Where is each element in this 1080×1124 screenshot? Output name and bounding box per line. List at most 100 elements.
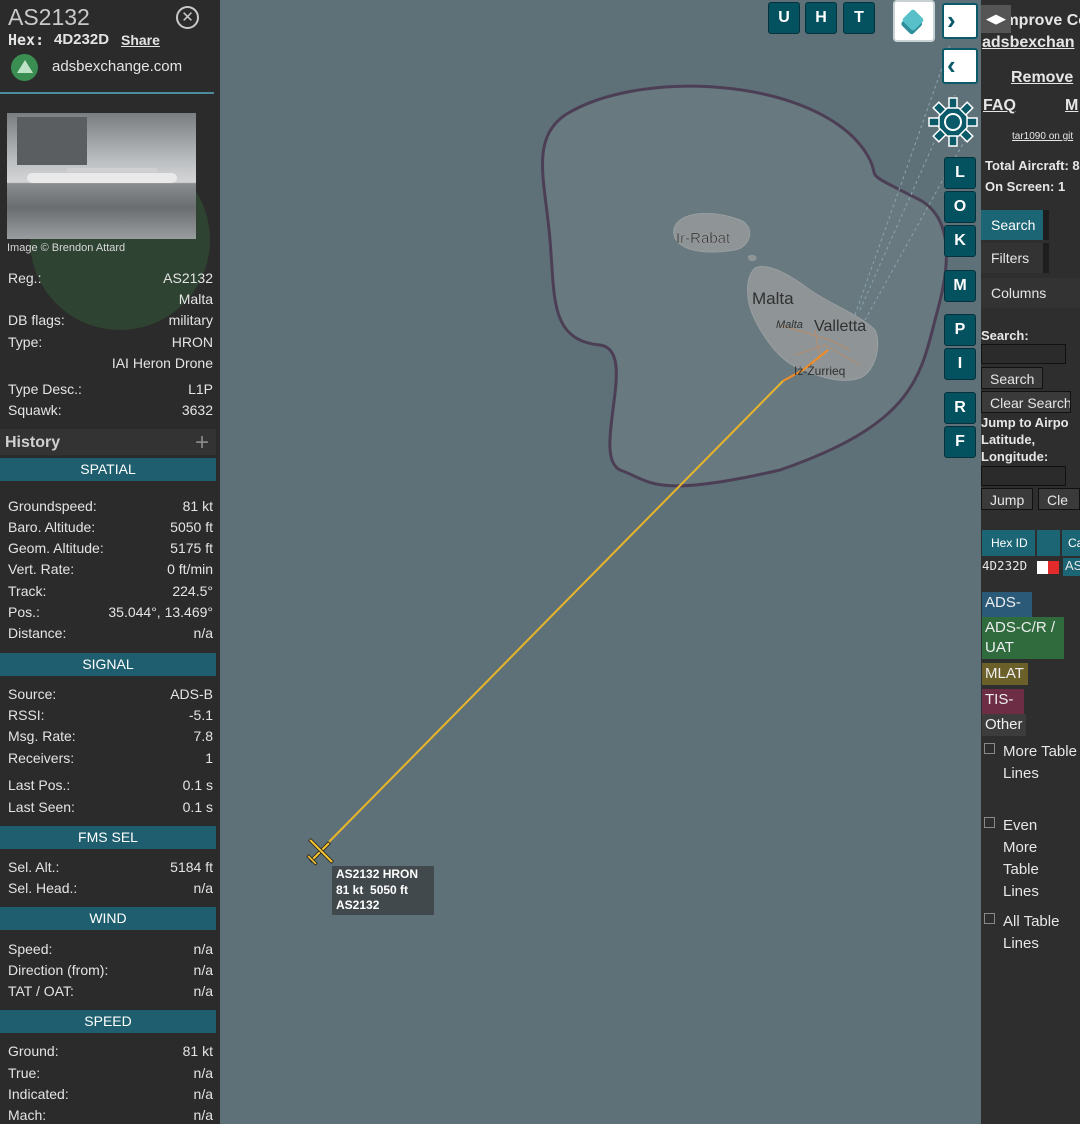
search-input[interactable]: [981, 344, 1066, 364]
column-header-flag[interactable]: [1037, 530, 1060, 556]
fms-value: 5184 ft: [170, 859, 213, 875]
history-label: History: [5, 434, 61, 451]
adsbexchange-link[interactable]: adsbexchange.com: [52, 58, 182, 75]
u-button[interactable]: U: [768, 2, 800, 34]
section-header-fms[interactable]: FMS SEL: [0, 826, 216, 849]
speed-row: Indicated: n/a: [8, 1086, 213, 1106]
search-button[interactable]: Search: [981, 367, 1043, 389]
signal-key: Last Seen:: [8, 799, 75, 815]
detail-key: DB flags:: [8, 312, 65, 328]
signal-key: Source:: [8, 686, 57, 702]
coverage-range-ring: [541, 84, 948, 488]
table-row-hex[interactable]: 4D232D: [982, 558, 1027, 573]
history-header[interactable]: History +: [0, 429, 216, 457]
detail-key: Type Desc.:: [8, 381, 82, 397]
clear-search-button[interactable]: Clear Search: [981, 391, 1071, 413]
spatial-value: n/a: [193, 625, 213, 641]
speed-row: Ground: 81 kt: [8, 1043, 213, 1063]
t-button[interactable]: T: [843, 2, 875, 34]
o-button[interactable]: O: [944, 191, 976, 223]
column-header-callsign[interactable]: Ca: [1062, 530, 1080, 556]
layers-icon[interactable]: [893, 0, 935, 42]
section-header-spatial[interactable]: SPATIAL: [0, 458, 216, 481]
tar1090-link[interactable]: tar1090 on git: [1012, 131, 1073, 142]
plus-icon[interactable]: +: [195, 429, 209, 457]
spatial-value: 224.5°: [172, 583, 213, 599]
spatial-value: 81 kt: [182, 498, 213, 514]
i-button[interactable]: I: [944, 348, 976, 380]
speed-row: True: n/a: [8, 1065, 213, 1085]
adsbexchange-logo-icon: [11, 54, 38, 81]
tab-search[interactable]: Search: [981, 210, 1049, 240]
speed-key: Mach:: [8, 1107, 47, 1123]
signal-key: Msg. Rate:: [8, 728, 76, 744]
photo-credit: Image © Brendon Attard: [7, 242, 126, 254]
label-line-3: AS2132: [336, 898, 380, 912]
l-button[interactable]: L: [944, 157, 976, 189]
detail-row: Type Desc.: L1P: [8, 381, 213, 401]
p-button[interactable]: P: [944, 314, 976, 346]
spatial-row: Baro. Altitude: 5050 ft: [8, 519, 213, 539]
section-header-signal[interactable]: SIGNAL: [0, 653, 216, 676]
spatial-row: Vert. Rate: 0 ft/min: [8, 561, 213, 581]
f-button[interactable]: F: [944, 426, 976, 458]
map-view[interactable]: Ir-Rabat Malta Malta Valletta Iż-Żurrieq…: [220, 0, 981, 1124]
tab-filters[interactable]: Filters: [981, 243, 1049, 273]
share-link[interactable]: Share: [121, 32, 160, 48]
detail-row: Squawk: 3632: [8, 402, 213, 422]
spatial-value: 5175 ft: [170, 540, 213, 556]
signal-row: RSSI: -5.1: [8, 707, 213, 727]
signal-row: Msg. Rate: 7.8: [8, 728, 213, 748]
aircraft-photo[interactable]: [7, 113, 196, 239]
on-screen-count: On Screen: 1: [985, 179, 1066, 194]
more-table-lines-label: More Table Lines: [1003, 743, 1077, 782]
m-button[interactable]: M: [944, 270, 976, 302]
aircraft-callsign: AS2132: [8, 4, 90, 30]
clear-jump-button[interactable]: Cle: [1038, 488, 1080, 510]
signal-value: 1: [205, 750, 213, 766]
column-header-hex[interactable]: Hex ID: [982, 530, 1035, 556]
latlon-input[interactable]: [981, 466, 1066, 486]
faq-link[interactable]: FAQ: [983, 97, 1016, 115]
label-line-2: 81 kt 5050 ft: [336, 882, 409, 897]
wind-row: Direction (from): n/a: [8, 962, 213, 982]
speed-key: Indicated:: [8, 1086, 69, 1102]
resize-arrows-icon[interactable]: ◀▶: [981, 5, 1011, 33]
improve-coverage-link[interactable]: Improve Co: [1000, 12, 1080, 30]
place-valletta: Valletta: [814, 318, 866, 335]
expand-right-button[interactable]: ›: [942, 3, 978, 39]
close-icon[interactable]: ✕: [176, 6, 199, 29]
total-aircraft: Total Aircraft: 8: [985, 158, 1080, 173]
collapse-left-button[interactable]: ‹: [942, 48, 978, 84]
k-button[interactable]: K: [944, 225, 976, 257]
adsbexchange-header-link[interactable]: adsbexchan: [982, 34, 1074, 52]
legend-adsc-uat: ADS-C/R / UAT: [982, 617, 1064, 659]
jump-label: Jump to Airpo Latitude, Longitude:: [981, 414, 1080, 465]
signal-key: Last Pos.:: [8, 777, 71, 793]
m-link[interactable]: M: [1065, 97, 1078, 115]
fms-row: Sel. Alt.: 5184 ft: [8, 859, 213, 879]
settings-gear-icon[interactable]: [928, 97, 978, 147]
h-button[interactable]: H: [805, 2, 837, 34]
detail-value: 3632: [181, 402, 213, 418]
jump-button[interactable]: Jump: [981, 488, 1033, 510]
wind-key: Speed:: [8, 941, 53, 957]
spatial-key: Distance:: [8, 625, 67, 641]
section-header-speed[interactable]: SPEED: [0, 1010, 216, 1033]
speed-value: n/a: [193, 1086, 213, 1102]
more-table-lines-checkbox[interactable]: [984, 743, 995, 754]
aircraft-map-label[interactable]: AS2132 HRON 81 kt 5050 ft AS2132: [332, 866, 434, 915]
all-table-lines-label: All Table Lines: [1003, 913, 1060, 952]
remove-link[interactable]: Remove: [1011, 69, 1073, 87]
spatial-key: Track:: [8, 583, 47, 599]
all-table-lines-checkbox[interactable]: [984, 913, 995, 924]
r-button[interactable]: R: [944, 392, 976, 424]
aircraft-list-panel: Improve Co ◀▶ adsbexchan Remove FAQ M ta…: [981, 0, 1080, 1124]
even-more-table-lines-checkbox[interactable]: [984, 817, 995, 828]
section-header-wind[interactable]: WIND: [0, 907, 216, 930]
tab-columns[interactable]: Columns: [981, 278, 1080, 308]
detail-value: IAI Heron Drone: [111, 355, 213, 371]
table-row-callsign[interactable]: AS: [1063, 558, 1080, 576]
spatial-value: 5050 ft: [170, 519, 213, 535]
signal-value: 0.1 s: [182, 777, 213, 793]
